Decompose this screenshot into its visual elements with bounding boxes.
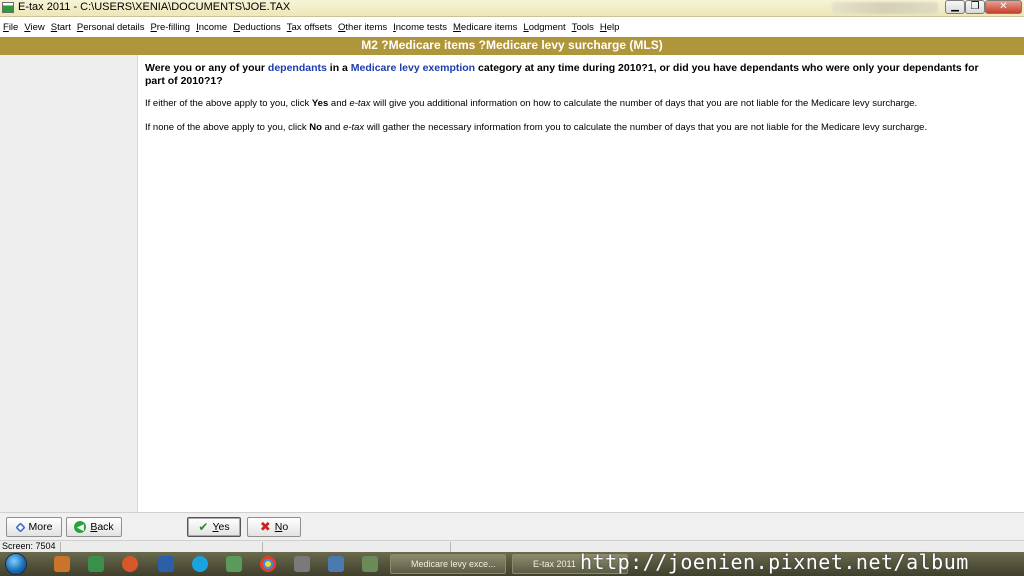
yes-instruction-bold: Yes bbox=[311, 98, 329, 109]
back-label: Back bbox=[90, 521, 114, 533]
etax-app-icon bbox=[2, 2, 14, 13]
back-arrow-icon: ◀ bbox=[74, 521, 87, 533]
minimize-icon: ▁ bbox=[951, 1, 959, 12]
menu-start[interactable]: Start bbox=[48, 22, 74, 33]
no-instruction-before: If none of the above apply to you, click bbox=[145, 122, 310, 133]
menu-tools[interactable]: Tools bbox=[569, 22, 597, 33]
yes-button[interactable]: ✔ Yes bbox=[187, 517, 241, 537]
no-button[interactable]: ✖ No bbox=[247, 517, 301, 537]
minimize-button[interactable]: ▁ bbox=[945, 0, 965, 14]
start-button[interactable] bbox=[5, 553, 27, 575]
menu-lodgment[interactable]: Lodgment bbox=[520, 22, 568, 33]
no-instruction-italic: e-tax bbox=[343, 122, 365, 133]
window-title: E-tax 2011 - C:\USERS\XENIA\DOCUMENTS\JO… bbox=[18, 1, 291, 13]
menu-help[interactable]: Help bbox=[597, 22, 623, 33]
status-separator bbox=[450, 542, 451, 552]
dependants-link[interactable]: dependants bbox=[268, 62, 327, 74]
checkmark-icon: ✔ bbox=[198, 520, 209, 534]
status-separator bbox=[60, 542, 61, 552]
blurred-title-area bbox=[832, 2, 938, 14]
status-separator bbox=[262, 542, 263, 552]
no-instruction-mid: and bbox=[321, 122, 344, 133]
restore-icon: ❐ bbox=[970, 1, 980, 12]
cross-icon: ✖ bbox=[259, 519, 271, 534]
window-title-bar[interactable]: E-tax 2011 - C:\USERS\XENIA\DOCUMENTS\JO… bbox=[0, 0, 1024, 17]
no-label: No bbox=[274, 521, 289, 533]
no-instruction-bold: No bbox=[309, 122, 322, 133]
menu-pre-filling[interactable]: Pre-filling bbox=[147, 22, 193, 33]
menu-bar: File View Start Personal details Pre-fil… bbox=[0, 17, 1024, 38]
more-icon bbox=[14, 521, 26, 533]
menu-view[interactable]: View bbox=[21, 22, 47, 33]
yes-instruction-after: will give you additional information on … bbox=[370, 98, 918, 109]
pinned-app-icon[interactable] bbox=[226, 556, 242, 572]
question-part-2: in a bbox=[326, 62, 351, 74]
menu-other-items[interactable]: Other items bbox=[335, 22, 390, 33]
pinned-app-icon[interactable] bbox=[294, 556, 310, 572]
restore-button[interactable]: ❐ bbox=[965, 0, 985, 14]
pinned-app-icon[interactable] bbox=[328, 556, 344, 572]
back-button[interactable]: ◀ Back bbox=[66, 517, 122, 537]
menu-file[interactable]: File bbox=[0, 22, 21, 33]
taskbar-task-medicare-label: Medicare levy exce... bbox=[411, 559, 496, 569]
main-content: Were you or any of your dependants in a … bbox=[145, 62, 990, 145]
question-part-1: Were you or any of your bbox=[145, 62, 268, 74]
yes-label: Yes bbox=[212, 521, 230, 533]
menu-income[interactable]: Income bbox=[193, 22, 230, 33]
menu-medicare-items[interactable]: Medicare items bbox=[450, 22, 520, 33]
menu-income-tests[interactable]: Income tests bbox=[390, 22, 450, 33]
no-instruction: If none of the above apply to you, click… bbox=[145, 121, 990, 134]
taskbar-task-medicare[interactable]: Medicare levy exce... bbox=[390, 554, 506, 574]
yes-instruction-italic: e-tax bbox=[349, 98, 371, 109]
media-player-icon[interactable] bbox=[122, 556, 138, 572]
left-navigation-panel bbox=[0, 55, 138, 512]
no-instruction-after: will gather the necessary information fr… bbox=[364, 122, 928, 133]
more-button[interactable]: More bbox=[6, 517, 62, 537]
page-title: M2 ?Medicare items ?Medicare levy surcha… bbox=[0, 37, 1024, 55]
chrome-icon[interactable] bbox=[260, 556, 276, 572]
skype-icon[interactable] bbox=[192, 556, 208, 572]
menu-personal-details[interactable]: Personal details bbox=[74, 22, 148, 33]
close-icon: ✕ bbox=[999, 1, 1008, 12]
yes-instruction-before: If either of the above apply to you, cli… bbox=[145, 98, 312, 109]
pinned-app-icon[interactable] bbox=[362, 556, 378, 572]
yes-instruction: If either of the above apply to you, cli… bbox=[145, 97, 990, 110]
menu-tax-offsets[interactable]: Tax offsets bbox=[284, 22, 335, 33]
watermark-url: http://joenien.pixnet.net/album bbox=[580, 550, 969, 574]
menu-deductions[interactable]: Deductions bbox=[230, 22, 284, 33]
question-text: Were you or any of your dependants in a … bbox=[145, 62, 990, 88]
medicare-levy-exemption-link[interactable]: Medicare levy exemption bbox=[351, 62, 475, 74]
close-button[interactable]: ✕ bbox=[985, 0, 1022, 14]
button-bar: More ◀ Back ✔ Yes ✖ No bbox=[0, 512, 1024, 541]
more-label: More bbox=[28, 521, 53, 533]
pinned-app-icon[interactable] bbox=[54, 556, 70, 572]
pinned-app-icon[interactable] bbox=[88, 556, 104, 572]
pinned-app-icon[interactable] bbox=[158, 556, 174, 572]
yes-instruction-mid: and bbox=[328, 98, 350, 109]
screen-number: Screen: 7504 bbox=[2, 541, 56, 551]
taskbar-task-etax-label: E-tax 2011 bbox=[533, 559, 576, 569]
